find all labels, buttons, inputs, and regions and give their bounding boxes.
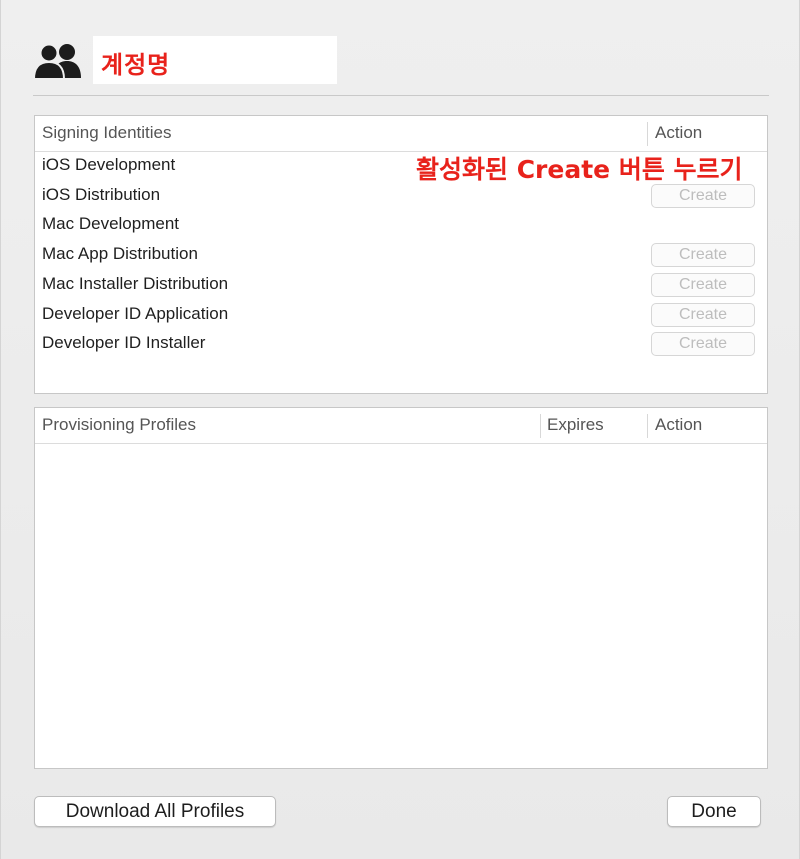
signing-table-header: Signing Identities Action — [35, 116, 767, 152]
identity-label: iOS Development — [42, 155, 176, 174]
create-button[interactable]: Create — [651, 302, 755, 327]
users-icon — [32, 43, 81, 80]
column-header-provisioning-profiles[interactable]: Provisioning Profiles — [42, 408, 196, 444]
column-separator — [647, 414, 648, 438]
identity-label: Mac Development — [42, 214, 180, 234]
table-row[interactable]: Developer ID Application Create — [35, 300, 767, 330]
column-header-action[interactable]: Action — [655, 116, 702, 152]
column-header-signing-identities[interactable]: Signing Identities — [42, 116, 171, 152]
identity-label: Developer ID Installer — [42, 333, 206, 353]
profiles-table-header: Provisioning Profiles Expires Action — [35, 408, 767, 444]
column-header-action[interactable]: Action — [655, 408, 702, 444]
create-button[interactable]: Create — [651, 272, 755, 297]
table-row[interactable]: Mac Development — [35, 210, 767, 240]
identity-label: Mac App Distribution — [42, 244, 198, 264]
header-divider — [33, 95, 769, 96]
table-row[interactable]: Mac Installer Distribution Create — [35, 270, 767, 300]
account-header: 계정명 — [31, 36, 771, 86]
download-all-profiles-button[interactable]: Download All Profiles — [34, 796, 276, 827]
create-button[interactable]: Create — [651, 332, 755, 357]
table-row[interactable]: Developer ID Installer Create — [35, 329, 767, 359]
account-name: 계정명 — [101, 51, 171, 79]
identity-label: iOS Distribution — [42, 184, 161, 204]
profiles-list-empty — [35, 444, 767, 768]
provisioning-profiles-table: Provisioning Profiles Expires Action — [34, 407, 768, 769]
column-separator — [540, 414, 541, 438]
create-button[interactable]: Create — [651, 183, 755, 208]
account-name-field: 계정명 — [93, 36, 337, 84]
account-details-sheet: 계정명 Signing Identities Action iOS Develo… — [0, 0, 800, 859]
create-button[interactable]: Create — [651, 243, 755, 268]
table-row[interactable]: Mac App Distribution Create — [35, 240, 767, 270]
identity-label: Mac Installer Distribution — [42, 273, 229, 293]
column-header-expires[interactable]: Expires — [547, 408, 604, 444]
column-separator — [647, 122, 648, 146]
identity-label: Developer ID Application — [42, 303, 229, 323]
done-button[interactable]: Done — [667, 796, 761, 827]
annotation-text: 활성화된 Create 버튼 누르기 — [416, 155, 743, 184]
